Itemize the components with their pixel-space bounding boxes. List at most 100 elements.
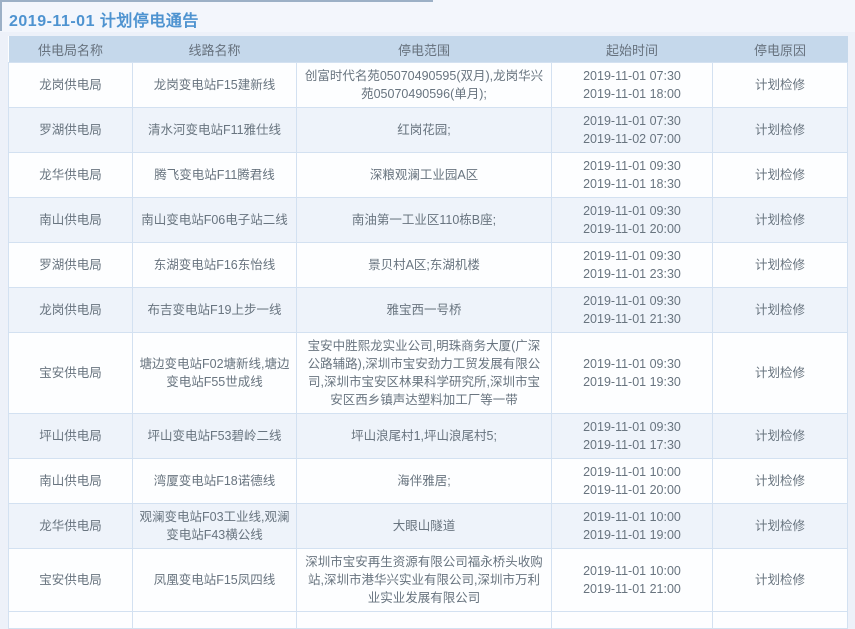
end-time: 2019-11-01 21:30	[557, 310, 707, 328]
cell-reason: 计划检修	[713, 549, 848, 612]
cell-bureau: 罗湖供电局	[9, 243, 133, 288]
table-row: 坪山供电局坪山变电站F53碧岭二线坪山浪尾村1,坪山浪尾村5;2019-11-0…	[9, 414, 848, 459]
window-top-edge	[0, 0, 433, 2]
cell-reason: 计划检修	[713, 414, 848, 459]
end-time: 2019-11-01 17:30	[557, 436, 707, 454]
cell-line: 凤凰变电站F15凤四线	[133, 549, 297, 612]
start-time: 2019-11-01 09:30	[557, 292, 707, 310]
column-header-line: 线路名称	[133, 36, 297, 63]
cell-time: 2019-11-01 09:302019-11-01 17:30	[552, 414, 713, 459]
cell-time: 2019-11-01 09:302019-11-01 23:30	[552, 243, 713, 288]
cell-time: 2019-11-01 10:002019-11-01 19:00	[552, 504, 713, 549]
table-row: 宝安供电局凤凰变电站F15凤四线深圳市宝安再生资源有限公司福永桥头收购站,深圳市…	[9, 549, 848, 612]
cell-empty	[133, 612, 297, 629]
table-row: 龙华供电局腾飞变电站F11腾君线深粮观澜工业园A区2019-11-01 09:3…	[9, 153, 848, 198]
table-row: 龙岗供电局龙岗变电站F15建新线创富时代名苑05070490595(双月),龙岗…	[9, 63, 848, 108]
start-time: 2019-11-01 09:30	[557, 202, 707, 220]
cell-line: 塘边变电站F02塘新线,塘边变电站F55世成线	[133, 333, 297, 414]
table-row: 宝安供电局塘边变电站F02塘新线,塘边变电站F55世成线宝安中胜熙龙实业公司,明…	[9, 333, 848, 414]
cell-bureau: 南山供电局	[9, 198, 133, 243]
end-time: 2019-11-01 18:30	[557, 175, 707, 193]
end-time: 2019-11-01 21:00	[557, 580, 707, 598]
cell-empty	[552, 612, 713, 629]
table-row-partial	[9, 612, 848, 629]
cell-line: 南山变电站F06电子站二线	[133, 198, 297, 243]
cell-time: 2019-11-01 09:302019-11-01 21:30	[552, 288, 713, 333]
cell-scope: 红岗花园;	[297, 108, 552, 153]
cell-time: 2019-11-01 10:002019-11-01 20:00	[552, 459, 713, 504]
cell-bureau: 坪山供电局	[9, 414, 133, 459]
table-row: 南山供电局湾厦变电站F18诺德线海伴雅居;2019-11-01 10:00201…	[9, 459, 848, 504]
cell-bureau: 龙岗供电局	[9, 63, 133, 108]
end-time: 2019-11-01 20:00	[557, 481, 707, 499]
cell-empty	[713, 612, 848, 629]
start-time: 2019-11-01 10:00	[557, 463, 707, 481]
table-row: 罗湖供电局清水河变电站F11雅仕线红岗花园;2019-11-01 07:3020…	[9, 108, 848, 153]
cell-empty	[297, 612, 552, 629]
cell-bureau: 罗湖供电局	[9, 108, 133, 153]
cell-reason: 计划检修	[713, 459, 848, 504]
start-time: 2019-11-01 09:30	[557, 247, 707, 265]
cell-reason: 计划检修	[713, 288, 848, 333]
cell-time: 2019-11-01 07:302019-11-02 07:00	[552, 108, 713, 153]
cell-time: 2019-11-01 09:302019-11-01 18:30	[552, 153, 713, 198]
cell-bureau: 宝安供电局	[9, 333, 133, 414]
cell-line: 观澜变电站F03工业线,观澜变电站F43横公线	[133, 504, 297, 549]
cell-scope: 深圳市宝安再生资源有限公司福永桥头收购站,深圳市港华兴实业有限公司,深圳市万利业…	[297, 549, 552, 612]
cell-scope: 深粮观澜工业园A区	[297, 153, 552, 198]
table-row: 南山供电局南山变电站F06电子站二线南油第一工业区110栋B座;2019-11-…	[9, 198, 848, 243]
start-time: 2019-11-01 07:30	[557, 67, 707, 85]
cell-line: 龙岗变电站F15建新线	[133, 63, 297, 108]
table-header: 供电局名称 线路名称 停电范围 起始时间 停电原因	[9, 36, 848, 63]
cell-reason: 计划检修	[713, 198, 848, 243]
end-time: 2019-11-01 19:30	[557, 373, 707, 391]
cell-bureau: 龙华供电局	[9, 504, 133, 549]
cell-reason: 计划检修	[713, 504, 848, 549]
cell-bureau: 宝安供电局	[9, 549, 133, 612]
header-row: 供电局名称 线路名称 停电范围 起始时间 停电原因	[9, 36, 848, 63]
end-time: 2019-11-02 07:00	[557, 130, 707, 148]
end-time: 2019-11-01 18:00	[557, 85, 707, 103]
page-title: 2019-11-01 计划停电通告	[9, 13, 199, 30]
cell-scope: 宝安中胜熙龙实业公司,明珠商务大厦(广深公路辅路),深圳市宝安劲力工贸发展有限公…	[297, 333, 552, 414]
cell-reason: 计划检修	[713, 108, 848, 153]
cell-empty	[9, 612, 133, 629]
cell-bureau: 龙华供电局	[9, 153, 133, 198]
column-header-reason: 停电原因	[713, 36, 848, 63]
cell-time: 2019-11-01 09:302019-11-01 20:00	[552, 198, 713, 243]
cell-line: 腾飞变电站F11腾君线	[133, 153, 297, 198]
cell-scope: 南油第一工业区110栋B座;	[297, 198, 552, 243]
start-time: 2019-11-01 10:00	[557, 562, 707, 580]
column-header-bureau: 供电局名称	[9, 36, 133, 63]
cell-scope: 创富时代名苑05070490595(双月),龙岗华兴苑05070490596(单…	[297, 63, 552, 108]
cell-scope: 海伴雅居;	[297, 459, 552, 504]
column-header-scope: 停电范围	[297, 36, 552, 63]
start-time: 2019-11-01 10:00	[557, 508, 707, 526]
cell-scope: 坪山浪尾村1,坪山浪尾村5;	[297, 414, 552, 459]
column-header-start-time: 起始时间	[552, 36, 713, 63]
table-row: 罗湖供电局东湖变电站F16东怡线景贝村A区;东湖机楼2019-11-01 09:…	[9, 243, 848, 288]
cell-reason: 计划检修	[713, 243, 848, 288]
table-row: 龙岗供电局布吉变电站F19上步一线雅宝西一号桥2019-11-01 09:302…	[9, 288, 848, 333]
cell-line: 东湖变电站F16东怡线	[133, 243, 297, 288]
title-bar: 2019-11-01 计划停电通告	[0, 0, 855, 32]
start-time: 2019-11-01 09:30	[557, 355, 707, 373]
cell-time: 2019-11-01 10:002019-11-01 21:00	[552, 549, 713, 612]
start-time: 2019-11-01 07:30	[557, 112, 707, 130]
cell-scope: 大眼山隧道	[297, 504, 552, 549]
end-time: 2019-11-01 23:30	[557, 265, 707, 283]
window-left-edge	[0, 0, 2, 31]
end-time: 2019-11-01 20:00	[557, 220, 707, 238]
cell-line: 布吉变电站F19上步一线	[133, 288, 297, 333]
cell-reason: 计划检修	[713, 153, 848, 198]
start-time: 2019-11-01 09:30	[557, 157, 707, 175]
table-body: 龙岗供电局龙岗变电站F15建新线创富时代名苑05070490595(双月),龙岗…	[9, 63, 848, 629]
outage-notice-table: 供电局名称 线路名称 停电范围 起始时间 停电原因 龙岗供电局龙岗变电站F15建…	[8, 36, 848, 629]
cell-line: 清水河变电站F11雅仕线	[133, 108, 297, 153]
end-time: 2019-11-01 19:00	[557, 526, 707, 544]
cell-scope: 雅宝西一号桥	[297, 288, 552, 333]
cell-reason: 计划检修	[713, 63, 848, 108]
cell-scope: 景贝村A区;东湖机楼	[297, 243, 552, 288]
start-time: 2019-11-01 09:30	[557, 418, 707, 436]
cell-bureau: 龙岗供电局	[9, 288, 133, 333]
